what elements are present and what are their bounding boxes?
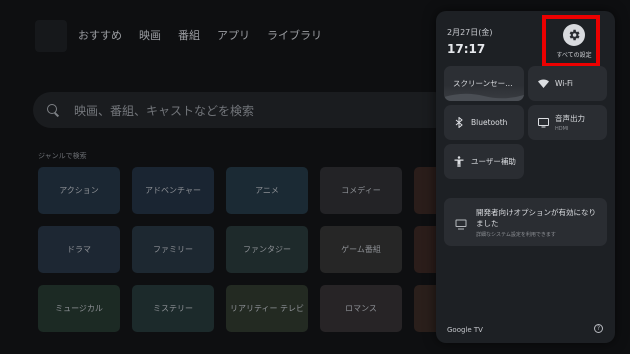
- highlight-box: [542, 15, 600, 67]
- nav-tab-apps[interactable]: アプリ: [217, 27, 250, 43]
- nav-tab-shows[interactable]: 番組: [178, 27, 200, 43]
- genre-heading: ジャンルで検索: [38, 152, 87, 160]
- genre-tile[interactable]: リアリティー テレビ: [226, 285, 308, 332]
- accessibility-label: ユーザー補助: [471, 157, 516, 166]
- genre-tile[interactable]: ファミリー: [132, 226, 214, 273]
- wifi-tile[interactable]: Wi-Fi: [528, 66, 607, 101]
- genre-tile[interactable]: アニメ: [226, 167, 308, 214]
- genre-tile[interactable]: コメディー: [320, 167, 402, 214]
- developer-notification-title: 開発者向けオプションが有効になりました: [476, 208, 596, 228]
- genre-tile[interactable]: ロマンス: [320, 285, 402, 332]
- developer-icon: [455, 215, 467, 234]
- audio-output-value: HDMI: [555, 126, 569, 132]
- bluetooth-tile[interactable]: Bluetooth: [444, 105, 524, 140]
- wifi-icon: [537, 78, 549, 90]
- developer-notification-subtitle: 詳細なシステム設定を利用できます: [476, 232, 556, 238]
- genre-tile[interactable]: ゲーム番組: [320, 226, 402, 273]
- audio-output-label: 音声出力: [555, 114, 585, 123]
- screensaver-tile[interactable]: スクリーンセー…: [444, 66, 524, 101]
- genre-tile[interactable]: アドベンチャー: [132, 167, 214, 214]
- genre-tile[interactable]: ドラマ: [38, 226, 120, 273]
- top-navigation: おすすめ 映画 番組 アプリ ライブラリ: [78, 27, 339, 43]
- genre-grid: アクション アドベンチャー アニメ コメディードラマ ファミリー ファンタジー ゲーム番組ミ…: [38, 167, 496, 332]
- genre-tile[interactable]: ファンタジー: [226, 226, 308, 273]
- genre-tile[interactable]: アクション: [38, 167, 120, 214]
- accessibility-icon: [453, 156, 465, 168]
- search-icon: [47, 104, 59, 116]
- audio-output-tile[interactable]: 音声出力 HDMI: [528, 105, 607, 140]
- genre-tile[interactable]: ミュージカル: [38, 285, 120, 332]
- accessibility-tile[interactable]: ユーザー補助: [444, 144, 524, 179]
- wifi-label: Wi-Fi: [555, 79, 573, 88]
- bluetooth-icon: [453, 117, 465, 129]
- quick-settings-panel: 2月27日(金) 17:17 すべての設定 スクリーンセー… Wi-Fi Blu…: [436, 11, 615, 343]
- nav-tab-for-you[interactable]: おすすめ: [78, 27, 122, 43]
- genre-tile[interactable]: ミステリー: [132, 285, 214, 332]
- clock-label: 17:17: [447, 42, 486, 56]
- search-placeholder: 映画、番組、キャストなどを検索: [74, 103, 255, 118]
- screensaver-preview: [444, 93, 524, 101]
- help-icon[interactable]: ?: [594, 324, 603, 333]
- nav-tab-library[interactable]: ライブラリ: [267, 27, 322, 43]
- monitor-icon: [537, 117, 549, 129]
- nav-tab-movies[interactable]: 映画: [139, 27, 161, 43]
- date-label: 2月27日(金): [447, 28, 493, 37]
- bluetooth-label: Bluetooth: [471, 118, 508, 127]
- search-bar[interactable]: 映画、番組、キャストなどを検索: [33, 92, 453, 128]
- profile-avatar[interactable]: [35, 20, 67, 52]
- google-tv-label: Google TV: [447, 326, 483, 334]
- developer-options-notification[interactable]: 開発者向けオプションが有効になりました 詳細なシステム設定を利用できます: [444, 198, 607, 246]
- screensaver-label: スクリーンセー…: [453, 79, 513, 88]
